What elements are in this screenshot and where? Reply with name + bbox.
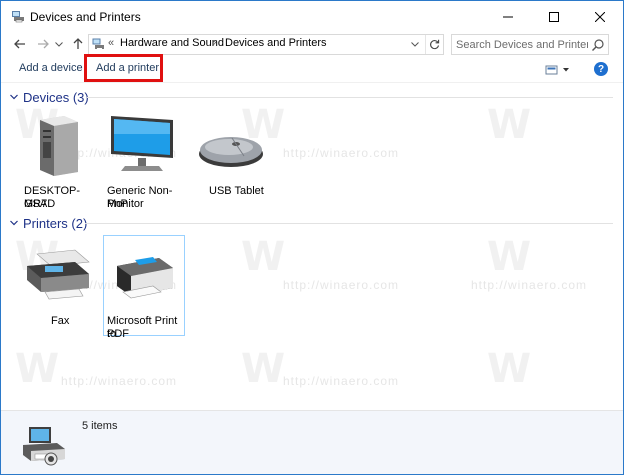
printers-group-label: Printers (2) bbox=[23, 215, 88, 231]
change-view-button[interactable] bbox=[545, 63, 571, 77]
help-button[interactable]: ? bbox=[594, 62, 608, 76]
add-device-button[interactable]: Add a device bbox=[19, 62, 83, 74]
window-title: Devices and Printers bbox=[30, 10, 141, 24]
highlight-annotation bbox=[84, 54, 163, 82]
device-label-line1: USB Tablet bbox=[209, 185, 264, 197]
printers-group-header[interactable]: Printers (2) bbox=[9, 215, 87, 231]
watermark-text: http://winaero.com bbox=[471, 278, 588, 292]
printer-label-line1: Fax bbox=[51, 315, 70, 327]
close-button[interactable] bbox=[577, 1, 623, 32]
navigation-bar: « Hardware and Sound › Devices and Print… bbox=[1, 32, 623, 56]
back-arrow-icon bbox=[14, 39, 25, 49]
watermark-letter: W bbox=[487, 346, 532, 392]
watermark-letter: W bbox=[487, 234, 532, 280]
printer-item-microsoft-print-to-pdf[interactable]: Microsoft Print to PDF bbox=[103, 236, 185, 340]
back-button[interactable] bbox=[11, 35, 29, 53]
minimize-button[interactable] bbox=[485, 1, 531, 32]
mouse-icon bbox=[199, 137, 263, 167]
forward-arrow-icon bbox=[38, 39, 49, 49]
watermark-text: http://winaero.com bbox=[61, 374, 178, 388]
breadcrumb-devices-and-printers[interactable]: Devices and Printers bbox=[225, 37, 327, 49]
watermark-text: http://winaero.com bbox=[283, 374, 400, 388]
chevron-down-icon bbox=[55, 41, 63, 47]
printer-item-fax[interactable]: Fax bbox=[19, 236, 99, 336]
watermark-letter: W bbox=[241, 234, 286, 280]
fax-icon bbox=[27, 249, 90, 300]
minimize-icon bbox=[503, 16, 513, 17]
search-box[interactable] bbox=[451, 34, 609, 55]
address-overflow[interactable]: « bbox=[108, 37, 114, 49]
details-pane: 5 items bbox=[1, 410, 623, 474]
devices-printers-icon bbox=[23, 427, 65, 466]
devices-group-label: Devices (3) bbox=[23, 89, 89, 105]
device-label-line2: MR7 bbox=[24, 198, 48, 210]
printer-label-line2: PDF bbox=[107, 328, 129, 340]
up-arrow-icon bbox=[73, 38, 83, 49]
chevron-down-icon bbox=[10, 220, 18, 226]
devices-group-header[interactable]: Devices (3) bbox=[9, 89, 89, 105]
item-count: 5 items bbox=[82, 420, 118, 432]
device-item-usb-tablet[interactable]: USB Tablet bbox=[191, 112, 271, 212]
watermark-text: http://winaero.com bbox=[283, 278, 400, 292]
address-bar[interactable]: « Hardware and Sound › Devices and Print… bbox=[88, 34, 444, 55]
printer-icon bbox=[117, 257, 173, 299]
group-divider bbox=[85, 223, 613, 224]
group-divider bbox=[87, 97, 613, 98]
search-icon[interactable] bbox=[591, 38, 605, 52]
maximize-icon bbox=[549, 11, 559, 22]
search-input[interactable] bbox=[456, 37, 588, 52]
breadcrumb-hardware-and-sound[interactable]: Hardware and Sound bbox=[120, 37, 224, 49]
maximize-button[interactable] bbox=[531, 1, 577, 32]
watermark-letter: W bbox=[487, 102, 532, 148]
breadcrumb-separator[interactable]: › bbox=[213, 37, 216, 48]
close-icon bbox=[595, 11, 605, 22]
address-dropdown-button[interactable] bbox=[407, 35, 423, 54]
device-list: W W W W W W W W W http://winaero.com htt… bbox=[1, 84, 623, 410]
device-label-line2: Monitor bbox=[107, 198, 144, 210]
view-options-icon bbox=[545, 65, 569, 75]
chevron-down-icon bbox=[10, 94, 18, 100]
forward-button[interactable] bbox=[34, 35, 52, 53]
control-panel-icon bbox=[92, 38, 104, 50]
device-item-monitor[interactable]: Generic Non-PnP Monitor bbox=[103, 112, 187, 212]
device-item-desktop[interactable]: DESKTOP-GSAD MR7 bbox=[19, 112, 99, 212]
refresh-button[interactable] bbox=[425, 35, 443, 54]
watermark-letter: W bbox=[241, 346, 286, 392]
computer-tower-icon bbox=[40, 116, 78, 176]
watermark-text: http://winaero.com bbox=[283, 146, 400, 160]
up-button[interactable] bbox=[69, 35, 87, 53]
watermark-letter: W bbox=[15, 346, 60, 392]
recent-locations-button[interactable] bbox=[53, 35, 65, 53]
monitor-icon bbox=[111, 116, 173, 171]
devices-printers-icon bbox=[12, 11, 24, 23]
refresh-icon bbox=[430, 39, 440, 50]
title-bar[interactable]: Devices and Printers bbox=[1, 1, 623, 32]
chevron-down-icon bbox=[411, 42, 419, 47]
devices-and-printers-window: Devices and Printers « Hardware and Soun… bbox=[0, 0, 624, 475]
